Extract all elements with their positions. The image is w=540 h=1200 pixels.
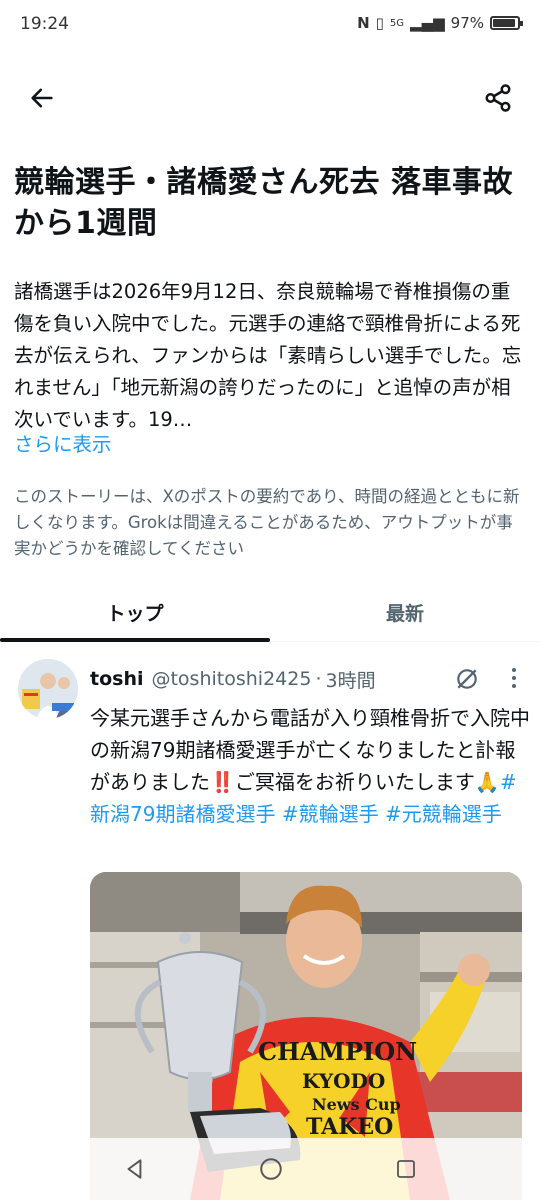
post-separator: · (315, 668, 322, 690)
status-bar: 19:24 N ▯ 5G ▂▄▆ 97% (0, 0, 540, 52)
square-recents-icon[interactable] (394, 1157, 418, 1181)
post-author[interactable]: toshi (90, 668, 143, 690)
share-icon (485, 84, 511, 112)
vibrate-icon: ▯ (375, 14, 384, 32)
active-tab-indicator (0, 638, 270, 642)
triangle-back-icon[interactable] (122, 1156, 148, 1182)
grok-disclaimer: このストーリーは、Xのポストの要約であり、時間の経過とともに新しくなります。Gr… (14, 487, 520, 558)
tab-bar: トップ 最新 (0, 584, 540, 642)
avatar[interactable] (18, 659, 78, 719)
jersey-text-takeo: TAKEO (306, 1114, 393, 1140)
grok-icon (457, 669, 477, 689)
hashtag[interactable]: #競輪選手 (282, 802, 379, 826)
post-body: 今某元選手さんから電話が入り頸椎骨折で入院中の新潟79期諸橋愛選手が亡くなりまし… (90, 706, 530, 794)
signal-icon: ▂▄▆ (410, 14, 445, 32)
battery-percent: 97% (450, 14, 484, 32)
back-button[interactable] (20, 76, 64, 120)
status-icons: N ▯ 5G ▂▄▆ 97% (357, 14, 523, 32)
post-text: 今某元選手さんから電話が入り頸椎骨折で入院中の新潟79期諸橋愛選手が亡くなりまし… (90, 702, 530, 830)
battery-icon (490, 16, 523, 30)
show-more-link[interactable]: さらに表示 (14, 428, 112, 457)
story-summary: 諸橋選手は2026年9月12日、奈良競輪場で脊椎損傷の重傷を負い入院中でした。元… (14, 280, 522, 431)
grok-button[interactable] (454, 666, 480, 696)
story-title: 競輪選手・諸橋愛さん死去 落車事故から1週間 (14, 165, 513, 241)
arrow-left-icon (31, 88, 53, 108)
jersey-text-champion: CHAMPION (258, 1037, 417, 1066)
share-button[interactable] (476, 76, 520, 120)
system-nav-bar (0, 1138, 540, 1200)
post-time: 3時間 (325, 669, 376, 692)
network-label: 5G (389, 17, 405, 29)
nfc-icon: N (357, 14, 370, 32)
top-nav (0, 70, 540, 126)
tab-top[interactable]: トップ (0, 584, 270, 640)
jersey-text-kyodo: KYODO (302, 1069, 385, 1093)
tab-latest[interactable]: 最新 (270, 584, 540, 640)
more-button[interactable] (510, 666, 518, 694)
more-vertical-icon (512, 668, 516, 688)
circle-home-icon[interactable] (258, 1156, 284, 1182)
hashtag[interactable]: #元競輪選手 (385, 802, 502, 826)
post-card[interactable]: toshi @toshitoshi2425 · 3時間 今某元選手さんから電話が… (0, 644, 540, 1200)
post-handle[interactable]: @toshitoshi2425 (151, 668, 311, 690)
jersey-text-cup: News Cup (312, 1095, 401, 1114)
status-time: 19:24 (20, 14, 69, 34)
